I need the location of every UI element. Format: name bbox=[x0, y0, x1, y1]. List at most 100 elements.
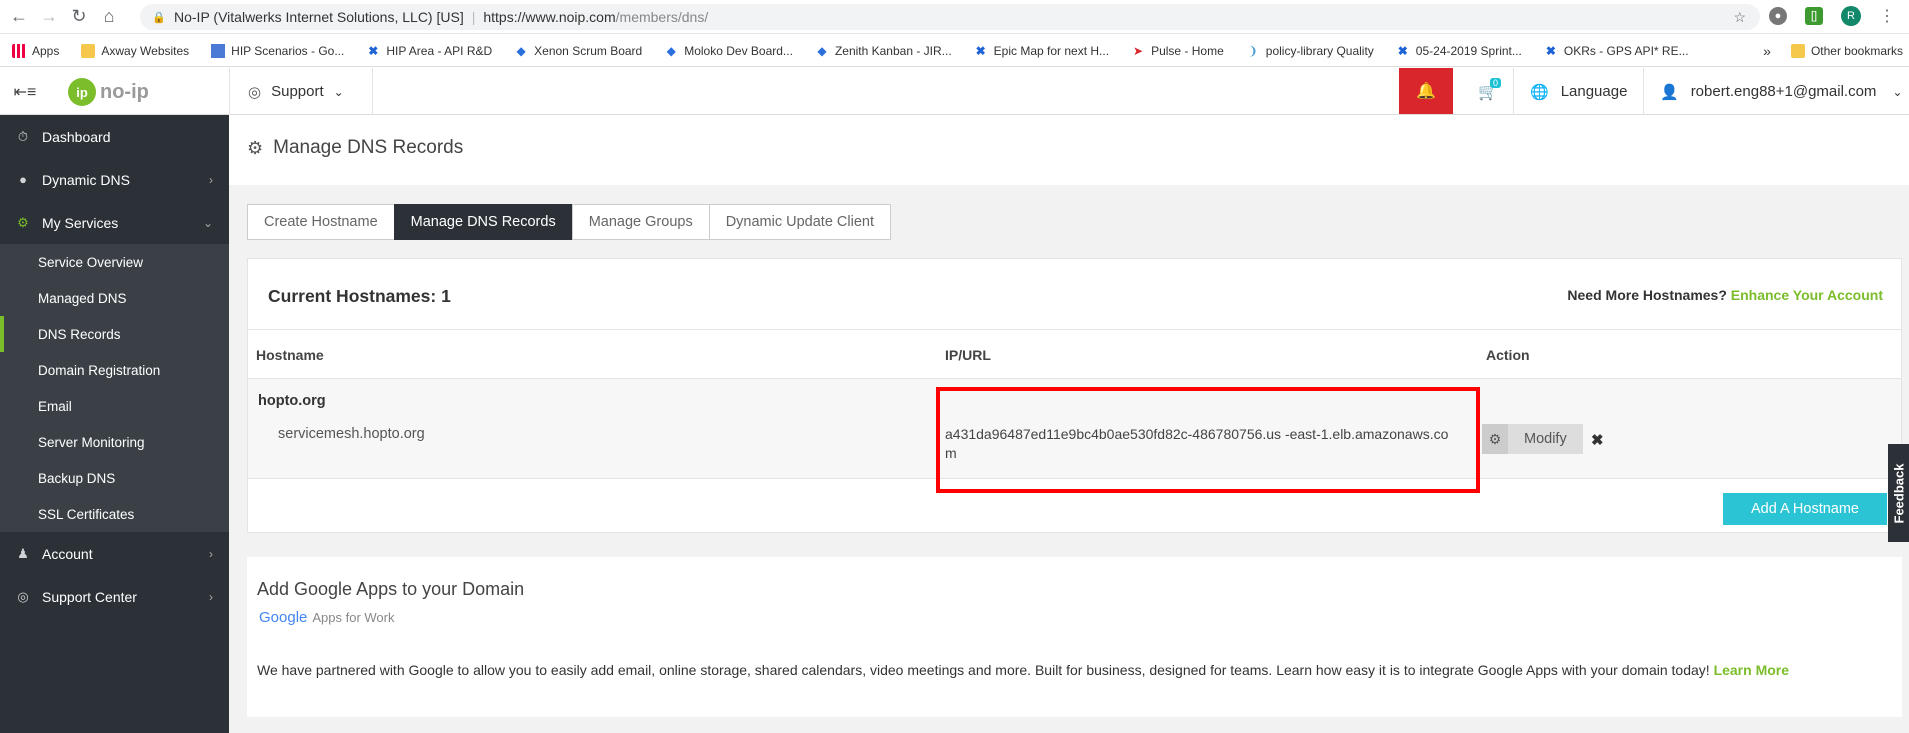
highlight-box bbox=[936, 387, 1480, 493]
tab-title: No-IP (Vitalwerks Internet Solutions, LL… bbox=[174, 9, 464, 25]
gear-icon: ⚙ bbox=[17, 214, 29, 230]
other-bookmarks[interactable]: Other bookmarks bbox=[1811, 44, 1903, 58]
sidebar-item-ssl-certificates[interactable]: SSL Certificates bbox=[0, 496, 229, 532]
sidebar-item-my-services[interactable]: ⚙ My Services ⌄ bbox=[0, 201, 229, 244]
address-bar[interactable]: 🔒 No-IP (Vitalwerks Internet Solutions, … bbox=[140, 4, 1760, 30]
sidebar-item-server-monitoring[interactable]: Server Monitoring bbox=[0, 424, 229, 460]
apps-grid-icon bbox=[12, 43, 26, 58]
google-apps-title: Add Google Apps to your Domain bbox=[257, 579, 525, 599]
globe-icon: ◎ bbox=[17, 588, 29, 604]
bookmark-item[interactable]: ✖ OKRs - GPS API* RE... bbox=[1544, 44, 1689, 58]
gear-icon: ⚙ bbox=[247, 137, 264, 158]
table-header: Hostname IP/URL Action bbox=[248, 329, 1901, 379]
diamond-icon: ◆ bbox=[817, 43, 827, 58]
bookmark-item[interactable]: ❩ policy-library Quality bbox=[1246, 44, 1374, 58]
modify-button[interactable]: ⚙ Modify bbox=[1482, 424, 1583, 454]
sidebar-item-backup-dns[interactable]: Backup DNS bbox=[0, 460, 229, 496]
reload-icon[interactable]: ↻ bbox=[64, 2, 94, 32]
hostname-link[interactable]: servicemesh.hopto.org bbox=[278, 426, 425, 442]
sidebar-item-service-overview[interactable]: Service Overview bbox=[0, 244, 229, 280]
sidebar-item-email[interactable]: Email bbox=[0, 388, 229, 424]
tab-create-hostname[interactable]: Create Hostname bbox=[247, 204, 395, 240]
header-divider bbox=[1513, 68, 1514, 115]
cart-button[interactable]: 🛒 0 bbox=[1463, 68, 1513, 115]
bookmark-item[interactable]: ✖ HIP Area - API R&D bbox=[366, 44, 492, 58]
sidebar-item-account[interactable]: ♟ Account › bbox=[0, 532, 229, 575]
bookmark-item[interactable]: Axway Websites bbox=[81, 43, 189, 58]
upsell-text: Need More Hostnames? bbox=[1567, 287, 1727, 303]
tab-dynamic-update-client[interactable]: Dynamic Update Client bbox=[708, 204, 891, 240]
user-menu[interactable]: 👤 robert.eng88+1@gmail.com ⌄ bbox=[1660, 68, 1903, 115]
bookmark-item[interactable]: Apps bbox=[12, 43, 59, 58]
bookmarks-right: » Other bookmarks bbox=[1763, 43, 1903, 59]
star-icon[interactable]: ☆ bbox=[1733, 9, 1746, 26]
feedback-tab[interactable]: Feedback bbox=[1888, 444, 1909, 542]
bookmark-item[interactable]: ✖ Epic Map for next H... bbox=[974, 44, 1109, 58]
chevron-right-icon: › bbox=[209, 589, 213, 604]
google-apps-logo: Google Apps for Work bbox=[259, 609, 395, 626]
hostnames-panel: Current Hostnames: 1 Need More Hostnames… bbox=[247, 258, 1902, 533]
header-divider bbox=[372, 68, 373, 115]
column-header-action: Action bbox=[1486, 347, 1530, 363]
learn-more-link[interactable]: Learn More bbox=[1714, 662, 1789, 678]
jira-icon: ✖ bbox=[975, 43, 986, 58]
chevron-right-icon: › bbox=[209, 172, 213, 187]
chevron-down-icon: ⌄ bbox=[333, 84, 344, 99]
url-path: /members/dns/ bbox=[615, 9, 709, 25]
bookmarks-bar: Apps Axway Websites HIP Scenarios - Go..… bbox=[0, 35, 1909, 67]
browser-toolbar: ← → ↻ ⌂ 🔒 No-IP (Vitalwerks Internet Sol… bbox=[0, 0, 1909, 34]
sidebar-item-dns-records[interactable]: DNS Records bbox=[0, 316, 229, 352]
support-menu[interactable]: ◎ Support ⌄ bbox=[248, 68, 344, 115]
lock-icon: 🔒 bbox=[152, 12, 166, 24]
bookmarks-overflow-icon[interactable]: » bbox=[1763, 43, 1771, 59]
google-apps-panel: Add Google Apps to your Domain Google Ap… bbox=[247, 557, 1902, 717]
bookmark-item[interactable]: ✖ 05-24-2019 Sprint... bbox=[1396, 44, 1522, 58]
bookmark-item[interactable]: ◆ Moloko Dev Board... bbox=[664, 44, 793, 58]
pulse-icon: ➤ bbox=[1133, 43, 1144, 58]
extension-green-icon[interactable]: [] bbox=[1805, 7, 1823, 25]
avatar[interactable]: R bbox=[1841, 6, 1861, 26]
logo[interactable]: ip no-ip bbox=[68, 78, 149, 106]
cart-count-badge: 0 bbox=[1490, 78, 1502, 88]
tab-manage-dns-records[interactable]: Manage DNS Records bbox=[393, 204, 573, 240]
extension-icon[interactable]: ● bbox=[1769, 7, 1787, 25]
jira-icon: ✖ bbox=[1545, 43, 1556, 58]
bookmark-item[interactable]: ◆ Xenon Scrum Board bbox=[514, 44, 643, 58]
gear-icon: ⚙ bbox=[1482, 424, 1508, 454]
delete-icon[interactable]: ✖ bbox=[1591, 431, 1604, 449]
back-arrow-icon[interactable]: ← bbox=[4, 2, 34, 32]
home-icon[interactable]: ⌂ bbox=[94, 2, 124, 32]
user-email: robert.eng88+1@gmail.com bbox=[1690, 83, 1877, 100]
menu-toggle-icon[interactable]: ⇤≡ bbox=[0, 68, 50, 115]
url-host: https://www.noip.com bbox=[483, 9, 616, 25]
domain-name: hopto.org bbox=[258, 393, 326, 409]
chevron-right-icon: › bbox=[209, 546, 213, 561]
sidebar-item-support-center[interactable]: ◎ Support Center › bbox=[0, 575, 229, 618]
user-icon: 👤 bbox=[1660, 83, 1679, 101]
sidebar-item-dashboard[interactable]: ⏱ Dashboard bbox=[0, 115, 229, 158]
bookmark-item[interactable]: ◆ Zenith Kanban - JIR... bbox=[815, 43, 951, 58]
column-header-ip-url: IP/URL bbox=[945, 347, 991, 363]
bookmark-item[interactable]: HIP Scenarios - Go... bbox=[211, 43, 344, 58]
diamond-icon: ◆ bbox=[666, 43, 676, 58]
doc-icon bbox=[211, 43, 226, 58]
notifications-bell-icon[interactable]: 🔔 bbox=[1399, 68, 1453, 114]
language-menu[interactable]: 🌐 Language bbox=[1530, 68, 1627, 115]
enhance-account-link[interactable]: Enhance Your Account bbox=[1731, 287, 1883, 303]
sidebar-item-dynamic-dns[interactable]: ● Dynamic DNS › bbox=[0, 158, 229, 201]
globe-icon: ● bbox=[19, 172, 27, 187]
add-hostname-button[interactable]: Add A Hostname bbox=[1723, 493, 1887, 525]
sidebar-item-managed-dns[interactable]: Managed DNS bbox=[0, 280, 229, 316]
folder-icon bbox=[81, 43, 96, 58]
tab-manage-groups[interactable]: Manage Groups bbox=[571, 204, 710, 240]
logo-mark: ip bbox=[68, 78, 96, 106]
modify-label: Modify bbox=[1508, 424, 1583, 454]
browser-menu-icon[interactable]: ⋮ bbox=[1879, 6, 1895, 26]
google-logo-word: Google bbox=[259, 609, 308, 626]
sidebar-item-domain-registration[interactable]: Domain Registration bbox=[0, 352, 229, 388]
forward-arrow-icon[interactable]: → bbox=[34, 2, 64, 32]
bookmark-item[interactable]: ➤ Pulse - Home bbox=[1131, 44, 1224, 58]
main-content: ⚙ Manage DNS Records Create Hostname Man… bbox=[229, 115, 1909, 733]
url-separator: | bbox=[471, 9, 476, 25]
header-divider bbox=[229, 68, 230, 115]
